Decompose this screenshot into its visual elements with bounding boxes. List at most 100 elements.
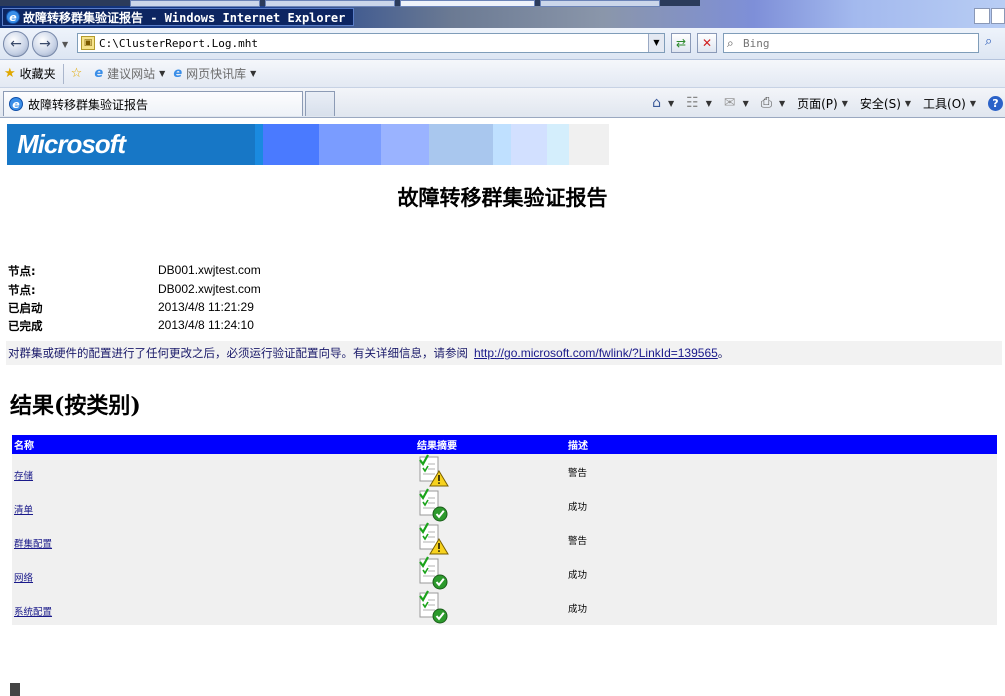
banner-block <box>547 124 569 165</box>
chevron-down-icon: ▼ <box>705 98 712 108</box>
checklist-success-icon <box>419 590 448 624</box>
result-description: 成功 <box>568 604 588 615</box>
refresh-button[interactable]: ⇄ <box>671 33 691 53</box>
rss-icon: ☷ <box>686 95 699 111</box>
info-key: 已启动 <box>8 301 43 315</box>
tab-label: 故障转移群集验证报告 <box>28 97 149 112</box>
info-key: 节点: <box>8 283 36 297</box>
maximize-icon[interactable] <box>991 8 1005 24</box>
add-favorites-button[interactable]: ☆ <box>67 63 91 85</box>
tab-report[interactable]: e 故障转移群集验证报告 <box>3 91 303 116</box>
window-title: e 故障转移群集验证报告 - Windows Internet Explorer <box>2 8 354 26</box>
print-button[interactable]: ⎙ ▼ <box>755 95 791 111</box>
table-row: 清单 成功 <box>12 488 997 522</box>
notice-end: 。 <box>717 346 730 360</box>
search-box[interactable]: ⌕ <box>723 33 979 53</box>
info-key: 节点: <box>8 264 36 278</box>
result-description: 成功 <box>568 502 588 513</box>
chevron-down-icon: ▼ <box>778 98 786 108</box>
page-menu[interactable]: 页面(P) ▼ <box>791 95 854 112</box>
taskbar-tab[interactable] <box>130 0 260 7</box>
column-header-name: 名称 <box>14 441 34 452</box>
bing-search-icon: ⌕ <box>727 35 734 50</box>
forward-button[interactable]: → <box>32 31 58 57</box>
banner-block <box>381 124 429 165</box>
info-row: 节点: DB001.xwjtest.com <box>8 263 408 279</box>
stop-button[interactable]: ✕ <box>697 33 717 53</box>
notice-text: 对群集或硬件的配置进行了任何更改之后，必须运行验证配置向导。有关详细信息，请参阅 <box>8 346 468 360</box>
address-dropdown-icon[interactable]: ▼ <box>648 34 664 52</box>
banner-block <box>319 124 381 165</box>
banner-block <box>429 124 493 165</box>
suggested-sites-label: 建议网站 <box>107 67 156 81</box>
help-icon: ? <box>988 95 1003 111</box>
feeds-button[interactable]: ☷ ▼ <box>680 95 718 111</box>
category-link[interactable]: 系统配置 <box>14 604 52 618</box>
result-description: 成功 <box>568 570 588 581</box>
table-row: 系统配置 成功 <box>12 590 997 624</box>
svg-text:e: e <box>9 11 17 24</box>
minimize-icon[interactable] <box>974 8 990 24</box>
taskbar-tab[interactable] <box>265 0 395 7</box>
checklist-success-icon <box>419 488 448 522</box>
taskbar-tab[interactable] <box>400 0 535 7</box>
category-link[interactable]: 群集配置 <box>14 536 52 550</box>
microsoft-logo-text: Microsoft <box>17 129 126 159</box>
column-header-summary: 结果摘要 <box>417 441 457 452</box>
tools-menu[interactable]: 工具(O) ▼ <box>917 95 982 112</box>
info-row: 已启动 2013/4/8 11:21:29 <box>8 300 408 316</box>
ie-page-icon: e <box>173 66 183 81</box>
category-link[interactable]: 清单 <box>14 502 33 516</box>
favorites-button[interactable]: ★ 收藏夹 <box>0 63 60 85</box>
search-input[interactable] <box>743 36 973 50</box>
results-table: 名称 结果摘要 描述 存储 警告 清单 成功 群集配置 警告 网络 成功 系统配置 成功 <box>12 435 997 625</box>
fwlink-link[interactable]: http://go.microsoft.com/fwlink/?LinkId=1… <box>474 346 718 360</box>
microsoft-banner: Microsoft <box>7 124 611 165</box>
info-row: 已完成 2013/4/8 11:24:10 <box>8 318 408 334</box>
help-button[interactable]: ? <box>982 95 1005 111</box>
banner-block <box>255 124 263 165</box>
status-bar-icon <box>10 683 20 696</box>
category-link[interactable]: 存储 <box>14 468 33 482</box>
safety-menu[interactable]: 安全(S) ▼ <box>854 95 917 112</box>
category-link[interactable]: 网络 <box>14 570 33 584</box>
refresh-icon: ⇄ <box>675 36 687 50</box>
chevron-down-icon: ▼ <box>250 69 257 78</box>
search-go-icon[interactable]: ⌕ <box>985 34 1003 52</box>
suggested-sites-link[interactable]: e 建议网站 ▼ <box>90 63 169 85</box>
tab-command-bar: e 故障转移群集验证报告 ⌂ ▼ ☷ ▼ ✉ ▼ ⎙ ▼ 页面(P) ▼ 安全(… <box>0 88 1005 118</box>
history-dropdown-icon[interactable]: ▼ <box>62 40 68 49</box>
banner-block <box>511 124 547 165</box>
checklist-success-icon <box>419 556 448 590</box>
address-bar[interactable]: ▣ ▼ <box>77 33 665 53</box>
home-button[interactable]: ⌂ ▼ <box>646 95 680 111</box>
info-key: 已完成 <box>8 319 43 333</box>
printer-icon: ⎙ <box>760 95 772 111</box>
table-row: 存储 警告 <box>12 454 997 488</box>
chevron-down-icon: ▼ <box>159 69 166 78</box>
safety-menu-label: 安全(S) <box>859 96 901 111</box>
favorites-bar: ★ 收藏夹 ☆ e 建议网站 ▼ e 网页快讯库 ▼ <box>0 60 1005 88</box>
ie-page-icon: e <box>94 66 104 81</box>
mail-button[interactable]: ✉ ▼ <box>718 95 755 111</box>
banner-block <box>569 124 609 165</box>
info-value: 2013/4/8 11:24:10 <box>158 318 254 332</box>
command-bar: ⌂ ▼ ☷ ▼ ✉ ▼ ⎙ ▼ 页面(P) ▼ 安全(S) ▼ 工具(O) ▼ … <box>646 93 1005 113</box>
result-description: 警告 <box>568 468 588 479</box>
info-row: 节点: DB002.xwjtest.com <box>8 282 408 298</box>
mail-icon: ✉ <box>723 95 736 111</box>
banner-block <box>263 124 319 165</box>
banner-block <box>493 124 511 165</box>
page-menu-label: 页面(P) <box>797 96 838 111</box>
page-icon: ▣ <box>81 36 95 50</box>
chevron-down-icon: ▼ <box>742 98 749 108</box>
address-input[interactable] <box>99 36 639 50</box>
checklist-warning-icon <box>419 454 449 487</box>
web-slice-gallery-link[interactable]: e 网页快讯库 ▼ <box>169 63 260 85</box>
taskbar-tab[interactable] <box>540 0 660 7</box>
ie-icon: e <box>9 97 23 111</box>
favorites-label: 收藏夹 <box>19 67 56 81</box>
back-button[interactable]: ← <box>3 31 29 57</box>
chevron-down-icon: ▼ <box>668 98 675 108</box>
new-tab-button[interactable] <box>305 91 335 116</box>
